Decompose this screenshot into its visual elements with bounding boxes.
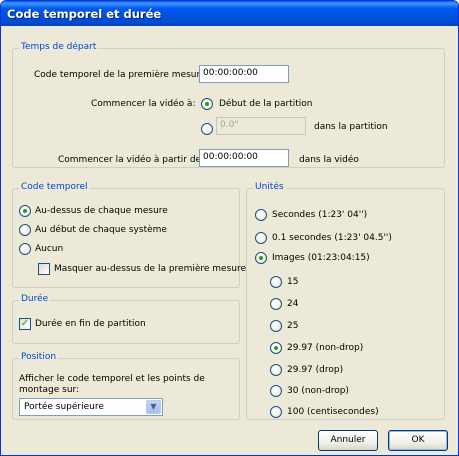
units-tenth-seconds-radio[interactable] — [255, 232, 267, 244]
timecode-group: Code temporel Au-dessus de chaque mesure… — [12, 182, 246, 288]
frame-rate-24-radio[interactable] — [270, 298, 282, 310]
units-frames-radio[interactable] — [255, 252, 267, 264]
start-at-offset-radio[interactable] — [201, 123, 213, 135]
frame-rate-15-label: 15 — [287, 277, 299, 287]
ok-button[interactable]: OK — [388, 430, 448, 451]
dialog-window: Code temporel et durée Temps de départ C… — [0, 0, 459, 456]
offset-suffix-label: dans la partition — [314, 122, 388, 132]
hide-first-bar-checkbox[interactable] — [38, 263, 50, 275]
hide-first-bar-label: Masquer au-dessus de la première mesure — [54, 264, 247, 274]
timecode-none-radio[interactable] — [19, 243, 31, 255]
window-title: Code temporel et durée — [7, 7, 162, 21]
title-bar[interactable]: Code temporel et durée — [1, 1, 458, 26]
start-from-suffix-label: dans la vidéo — [299, 155, 359, 165]
chevron-down-icon[interactable]: ▼ — [146, 400, 161, 414]
frame-rate-25-label: 25 — [287, 321, 299, 331]
position-select-value: Portée supérieure — [24, 402, 104, 412]
start-from-input[interactable]: 00:00:00:00 — [199, 149, 289, 167]
dialog-content: Temps de départ Code temporel de la prem… — [4, 26, 455, 454]
frame-rate-15-radio[interactable] — [270, 276, 282, 288]
position-legend: Position — [19, 352, 59, 362]
frame-rate-2997-drop-label: 29.97 (drop) — [287, 365, 344, 375]
timecode-start-of-system-label: Au début de chaque système — [35, 225, 167, 235]
duration-legend: Durée — [19, 294, 51, 304]
start-at-score-start-label: Début de la partition — [219, 99, 313, 109]
frame-rate-2997-nondrop-label: 29.97 (non-drop) — [287, 343, 364, 353]
frame-rate-100-label: 100 (centisecondes) — [287, 407, 379, 417]
first-bar-timecode-label: Code temporel de la première mesure — [34, 70, 206, 80]
start-video-label: Commencer la vidéo à: — [91, 99, 196, 109]
frame-rate-2997-nondrop-radio[interactable] — [270, 342, 282, 354]
first-bar-timecode-input[interactable]: 00:00:00:00 — [199, 65, 289, 83]
units-legend: Unités — [253, 182, 286, 192]
position-description: Afficher le code temporel et les points … — [19, 374, 205, 395]
timecode-start-of-system-radio[interactable] — [19, 224, 31, 236]
timecode-none-label: Aucun — [35, 244, 64, 254]
duration-group: Durée ✓ Durée en fin de partition — [12, 294, 240, 344]
start-time-group: Temps de départ Code temporel de la prem… — [12, 42, 445, 168]
units-frames-label: Images (01:23:04:15) — [272, 253, 370, 263]
timecode-above-every-bar-label: Au-dessus de chaque mesure — [35, 206, 168, 216]
timecode-legend: Code temporel — [19, 182, 90, 192]
start-time-legend: Temps de départ — [19, 42, 99, 52]
start-from-label: Commencer la vidéo à partir de: — [58, 155, 205, 165]
frame-rate-100-radio[interactable] — [270, 406, 282, 418]
position-group: Position Afficher le code temporel et le… — [12, 352, 240, 420]
units-group: Unités Secondes (1:23' 04'') 0.1 seconde… — [246, 182, 445, 420]
duration-at-end-label: Durée en fin de partition — [35, 319, 146, 329]
timecode-above-every-bar-radio[interactable] — [19, 205, 31, 217]
units-tenth-seconds-label: 0.1 secondes (1:23' 04.5'') — [272, 233, 392, 243]
units-seconds-label: Secondes (1:23' 04'') — [272, 210, 368, 220]
units-seconds-radio[interactable] — [255, 209, 267, 221]
frame-rate-25-radio[interactable] — [270, 320, 282, 332]
frame-rate-30-nondrop-radio[interactable] — [270, 385, 282, 397]
duration-at-end-checkbox[interactable]: ✓ — [19, 318, 31, 330]
frame-rate-30-nondrop-label: 30 (non-drop) — [287, 386, 349, 396]
frame-rate-2997-drop-radio[interactable] — [270, 364, 282, 376]
cancel-button[interactable]: Annuler — [318, 430, 378, 451]
frame-rate-24-label: 24 — [287, 299, 299, 309]
offset-input[interactable]: 0.0" — [216, 117, 306, 135]
position-select[interactable]: Portée supérieure ▼ — [19, 398, 163, 416]
start-at-score-start-radio[interactable] — [201, 98, 213, 110]
